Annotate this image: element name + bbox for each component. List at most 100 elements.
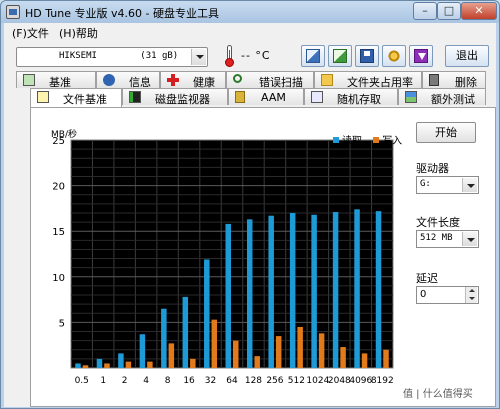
x-tick-label: 0.5 <box>75 376 89 386</box>
app-icon <box>6 5 20 19</box>
exit-button[interactable]: 退出 <box>445 45 489 67</box>
tab-folder-usage[interactable]: 文件夹占用率 <box>314 71 422 89</box>
copy-screenshot-button[interactable] <box>328 45 352 67</box>
tab-file-benchmark[interactable]: 文件基准 <box>30 88 122 107</box>
disk-monitor-icon <box>129 91 141 103</box>
menu-file[interactable]: (F)文件 <box>12 25 49 41</box>
bar-read <box>118 353 124 368</box>
delay-label: 延迟 <box>416 272 438 285</box>
tab-area: 基准 信息 健康 错误扫描 文件夹占用率 删除 文件基准 磁盘监视器 AAM 随… <box>4 71 496 407</box>
tab-extra-tests[interactable]: 额外测试 <box>398 88 486 106</box>
toolbar: HIKSEMI (31 gB) -- °C 退出 <box>4 41 496 71</box>
drive-select[interactable]: HIKSEMI (31 gB) <box>16 47 208 67</box>
bar-write <box>82 365 89 368</box>
x-tick-label: 32 <box>205 376 216 386</box>
x-tick-label: 8192 <box>371 376 394 386</box>
bar-write <box>297 326 303 368</box>
y-tick-label: 10 <box>52 273 65 284</box>
x-tick-label: 2 <box>122 376 128 386</box>
tab-benchmark[interactable]: 基准 <box>16 71 96 89</box>
chevron-down-icon[interactable] <box>462 178 477 192</box>
y-tick-label: 20 <box>52 182 65 193</box>
chevron-down-icon[interactable] <box>462 232 477 246</box>
copy-text-button[interactable] <box>301 45 325 67</box>
bar-write <box>318 333 325 368</box>
bar-read <box>225 223 231 368</box>
x-tick-label: 4096 <box>349 376 372 386</box>
legend-swatch-read <box>333 137 339 143</box>
drive-label: 驱动器 <box>416 162 449 175</box>
x-tick-label: 1 <box>100 376 106 386</box>
tab-info[interactable]: 信息 <box>96 71 160 89</box>
app-window: HD Tune 专业版 v4.60 - 硬盘专业工具 – □ ✕ (F)文件 (… <box>0 0 500 409</box>
bar-read <box>139 334 146 368</box>
temperature-readout: -- °C <box>241 49 271 62</box>
bar-write <box>340 347 346 368</box>
file-length-dropdown[interactable]: 512 MB <box>416 230 479 248</box>
magnifier-icon <box>233 74 242 83</box>
options-button[interactable] <box>382 45 406 67</box>
save-button[interactable] <box>355 45 379 67</box>
tab-random-access[interactable]: 随机存取 <box>304 88 398 106</box>
x-tick-label: 2048 <box>328 376 351 386</box>
bar-write <box>147 361 153 368</box>
save-icon <box>360 49 374 63</box>
start-button[interactable]: 开始 <box>416 122 476 143</box>
spin-up-icon[interactable] <box>465 287 477 295</box>
plot-area <box>70 139 394 369</box>
minimize-button[interactable]: – <box>413 2 437 20</box>
tab-erase[interactable]: 删除 <box>422 71 486 89</box>
spin-down-icon[interactable] <box>465 295 477 303</box>
bar-read <box>375 211 382 368</box>
info-icon <box>103 74 115 86</box>
bar-write <box>233 340 239 368</box>
x-tick-label: 64 <box>226 376 238 386</box>
bar-read <box>311 214 317 368</box>
bar-write <box>254 356 260 368</box>
legend-item-write: 写入 <box>373 132 402 147</box>
bar-read <box>182 296 189 368</box>
chevron-down-icon[interactable] <box>191 49 206 65</box>
client-area: (F)文件 (H)帮助 HIKSEMI (31 gB) -- °C 退出 基准 … <box>4 23 496 407</box>
bar-write <box>361 353 368 368</box>
legend-swatch-write <box>373 137 380 143</box>
x-tick-label: 4 <box>143 376 149 386</box>
maximize-button[interactable]: □ <box>437 2 461 20</box>
download-icon <box>414 49 428 63</box>
file-benchmark-panel: MB/秒 5 10 15 20 25 0.5 1 2 4 8 16 32 64 128 256 512 1024 2… <box>30 107 496 407</box>
x-tick-label: 512 <box>288 376 305 386</box>
random-access-icon <box>311 91 323 103</box>
copy-screenshot-icon <box>333 49 347 63</box>
chart-legend: 读取 写入 <box>333 132 410 147</box>
drive-dropdown[interactable]: G: <box>416 176 479 194</box>
settings-sidebar: 开始 驱动器 G: 文件长度 512 MB 延迟 0 <box>415 118 495 398</box>
chart-svg: MB/秒5101520250.5 1 2 4 8 16 32 64 128 256 512 10242… <box>51 128 394 386</box>
tab-health[interactable]: 健康 <box>160 71 226 89</box>
benchmark-chart: MB/秒 5 10 15 20 25 0.5 1 2 4 8 16 32 64 128 256 512 1024 2… <box>41 126 402 390</box>
bar-write <box>190 358 196 368</box>
extra-tests-icon <box>405 91 417 103</box>
thermometer-icon <box>225 45 234 67</box>
x-tick-label: 256 <box>266 376 283 386</box>
y-tick-label: 25 <box>52 136 65 147</box>
close-button[interactable]: ✕ <box>461 2 497 20</box>
legend-item-read: 读取 <box>333 132 362 147</box>
bar-read <box>75 363 81 368</box>
bar-write <box>383 349 389 368</box>
window-title: HD Tune 专业版 v4.60 - 硬盘专业工具 <box>25 7 219 20</box>
x-tick-label: 16 <box>183 376 195 386</box>
bar-read <box>246 219 253 368</box>
bar-write <box>125 361 132 368</box>
tab-aam[interactable]: AAM <box>228 88 304 105</box>
x-tick-label: 128 <box>245 376 262 386</box>
delay-spinner[interactable]: 0 <box>416 286 479 304</box>
download-button[interactable] <box>409 45 433 67</box>
bar-read <box>332 212 339 368</box>
speaker-icon <box>235 91 245 103</box>
tab-disk-monitor[interactable]: 磁盘监视器 <box>122 88 228 106</box>
drive-select-value: HIKSEMI (31 gB) <box>59 51 179 61</box>
title-bar[interactable]: HD Tune 专业版 v4.60 - 硬盘专业工具 – □ ✕ <box>1 1 499 23</box>
tab-error-scan[interactable]: 错误扫描 <box>226 71 314 89</box>
menu-help[interactable]: (H)帮助 <box>59 25 98 41</box>
bar-read <box>289 212 296 368</box>
